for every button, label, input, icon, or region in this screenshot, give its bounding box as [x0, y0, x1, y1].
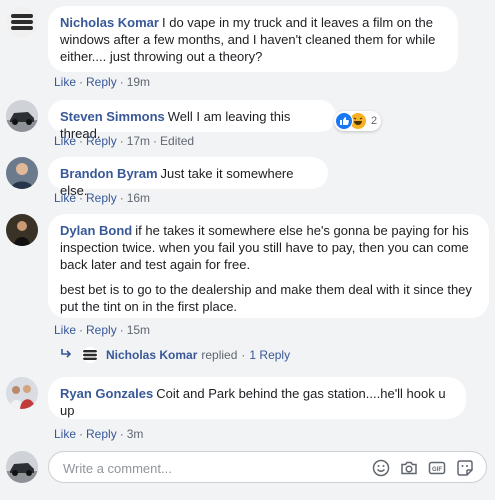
view-replies-link[interactable]: Nicholas Komar replied · 1 Reply	[60, 347, 290, 363]
comment-time[interactable]: 16m	[127, 191, 150, 205]
avatar[interactable]	[6, 377, 38, 409]
avatar[interactable]	[6, 157, 38, 189]
avatar[interactable]	[6, 214, 38, 246]
person-photo-avatar	[6, 214, 38, 246]
emoji-icon[interactable]	[372, 459, 390, 477]
comment-author[interactable]: Brandon Byram	[60, 166, 158, 181]
comment-actions: Like · Reply · 16m	[54, 191, 151, 205]
group-photo-avatar	[6, 377, 38, 409]
reply-author-avatar	[82, 347, 98, 363]
like-link[interactable]: Like	[54, 427, 76, 441]
camera-icon[interactable]	[400, 459, 418, 477]
comment-actions: Like · Reply · 15m	[54, 323, 151, 337]
comment-bubble: Dylan Bond if he takes it somewhere else …	[48, 214, 489, 318]
comment-author[interactable]: Dylan Bond	[60, 223, 132, 238]
like-link[interactable]: Like	[54, 75, 76, 89]
comment-author[interactable]: Nicholas Komar	[60, 15, 159, 30]
comment-actions: Like · Reply · 3m	[54, 427, 144, 441]
striped-logo-avatar	[6, 6, 38, 38]
reply-link[interactable]: Reply	[86, 191, 117, 205]
reply-link[interactable]: Reply	[86, 323, 117, 337]
comment-time[interactable]: 17m	[127, 134, 150, 148]
avatar[interactable]	[6, 6, 38, 38]
like-link[interactable]: Like	[54, 323, 76, 337]
reaction-summary[interactable]: 2	[334, 111, 382, 131]
car-photo-avatar	[6, 451, 38, 483]
person-photo-avatar	[6, 157, 38, 189]
composer-tools: GIF	[372, 459, 474, 477]
reply-count[interactable]: 1 Reply	[249, 347, 290, 363]
edited-label[interactable]: Edited	[160, 134, 194, 148]
comment-bubble: Nicholas Komar I do vape in my truck and …	[48, 6, 458, 72]
gif-icon[interactable]: GIF	[428, 459, 446, 477]
comment-composer[interactable]: GIF	[48, 451, 487, 483]
comment-input[interactable]	[61, 458, 355, 478]
reply-link[interactable]: Reply	[86, 427, 117, 441]
comment-bubble: Steven Simmons Well I am leaving this thr…	[48, 100, 336, 141]
reply-link[interactable]: Reply	[86, 134, 117, 148]
reply-author-name[interactable]: Nicholas Komar	[106, 347, 197, 363]
reply-arrow-icon	[60, 347, 78, 363]
comment-text-second-paragraph: best bet is to go to the dealership and …	[60, 282, 472, 314]
comment-bubble: Brandon Byram Just take it somewhere else…	[48, 157, 328, 198]
comment-actions: Like · Reply · 17m · Edited	[54, 134, 195, 148]
reply-link[interactable]: Reply	[86, 75, 117, 89]
reply-action-text: replied	[201, 348, 238, 362]
like-reaction-icon	[335, 112, 353, 130]
comment-author[interactable]: Steven Simmons	[60, 109, 165, 124]
comment-time[interactable]: 3m	[127, 427, 144, 441]
svg-text:GIF: GIF	[432, 467, 442, 473]
comment-actions: Like · Reply · 19m	[54, 75, 151, 89]
sticker-icon[interactable]	[456, 459, 474, 477]
car-photo-avatar	[6, 100, 38, 132]
comment-time[interactable]: 19m	[127, 75, 150, 89]
comment-time[interactable]: 15m	[127, 323, 150, 337]
comment-bubble: Ryan Gonzales Coit and Park behind the ga…	[48, 377, 466, 419]
current-user-avatar[interactable]	[6, 451, 38, 483]
like-link[interactable]: Like	[54, 134, 76, 148]
reaction-count: 2	[371, 115, 378, 127]
comment-author[interactable]: Ryan Gonzales	[60, 386, 153, 401]
like-link[interactable]: Like	[54, 191, 76, 205]
avatar[interactable]	[6, 100, 38, 132]
